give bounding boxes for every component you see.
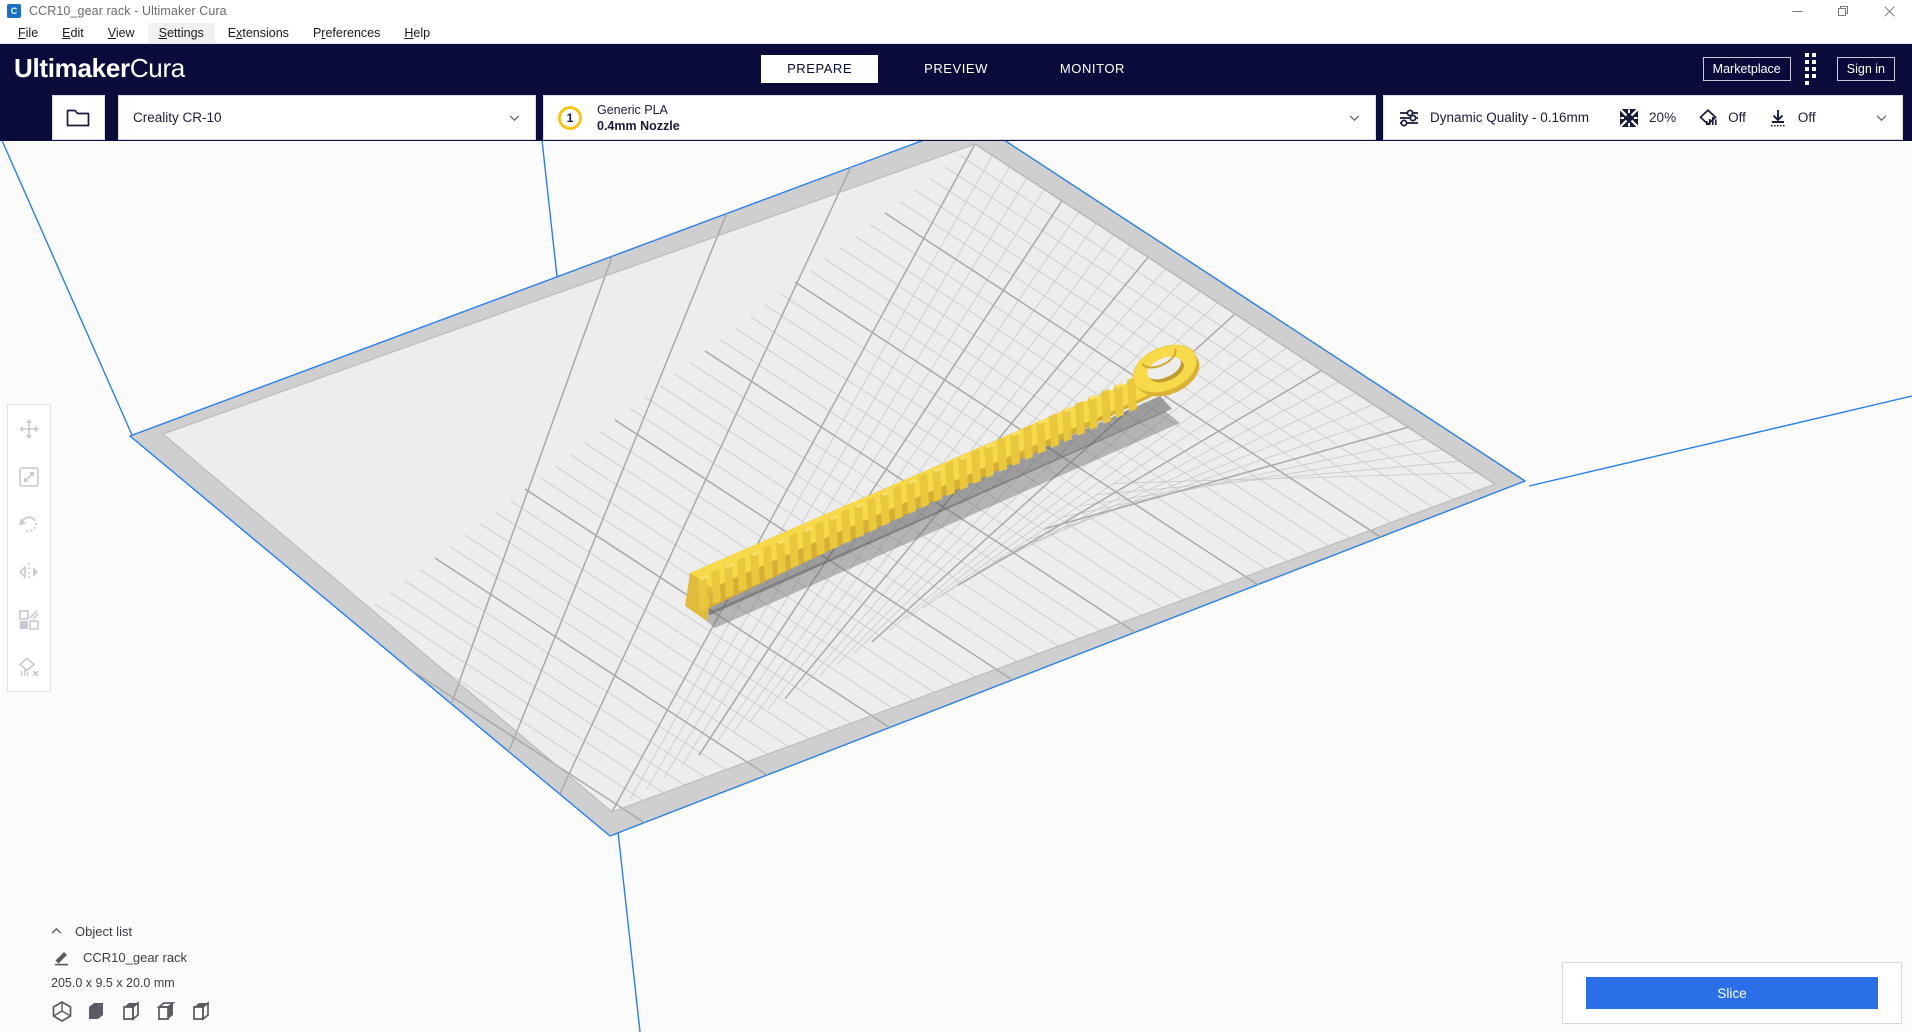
view-top-icon[interactable] (121, 1000, 143, 1022)
quality-profile[interactable]: Dynamic Quality - 0.16mm (1398, 108, 1589, 128)
per-model-settings-icon (18, 609, 40, 631)
left-toolbar (7, 404, 51, 692)
menu-extensions[interactable]: Extensions (217, 23, 300, 43)
grid-apps-icon[interactable] (1804, 52, 1824, 87)
per-model-settings-tool[interactable] (8, 596, 50, 644)
marketplace-button[interactable]: Marketplace (1703, 57, 1791, 81)
logo-ultimaker: Ultimaker (14, 53, 130, 83)
support-setting[interactable]: Off (1698, 108, 1746, 128)
view-orientation-buttons (51, 1000, 380, 1022)
chevron-down-icon (1348, 111, 1361, 124)
model-edit-icon (53, 948, 71, 966)
action-panel: Slice (1562, 962, 1902, 1024)
view-front-icon[interactable] (86, 1000, 108, 1022)
cura-application-window: C CCR10_gear rack - Ultimaker Cura File (0, 0, 1912, 1032)
configuration-bar: Creality CR-10 1 Generic PLA 0.4mm Nozzl… (0, 94, 1912, 141)
object-list-item[interactable]: CCR10_gear rack (50, 944, 380, 970)
window-controls (1774, 0, 1912, 22)
stage-tabs: PREPARE PREVIEW MONITOR (0, 44, 1912, 94)
chevron-down-icon (508, 111, 521, 124)
menu-help[interactable]: Help (393, 23, 441, 43)
quality-profile-label: Dynamic Quality - 0.16mm (1430, 110, 1589, 125)
infill-icon (1619, 108, 1639, 128)
object-list-header[interactable]: Object list (50, 920, 380, 942)
application-header: UltimakerCura PREPARE PREVIEW MONITOR Ma… (0, 44, 1912, 94)
cura-icon: C (7, 4, 21, 18)
minimize-button[interactable] (1774, 0, 1820, 22)
object-name: CCR10_gear rack (83, 950, 187, 965)
window-title: CCR10_gear rack - Ultimaker Cura (29, 4, 227, 18)
sign-in-button[interactable]: Sign in (1837, 57, 1895, 81)
view-left-icon[interactable] (156, 1000, 178, 1022)
object-list-label: Object list (75, 924, 132, 939)
infill-value: 20% (1649, 110, 1676, 125)
menu-preferences[interactable]: Preferences (302, 23, 391, 43)
slice-button[interactable]: Slice (1586, 977, 1878, 1009)
adhesion-setting[interactable]: Off (1768, 108, 1816, 128)
close-button[interactable] (1866, 0, 1912, 22)
object-dimensions: 205.0 x 9.5 x 20.0 mm (51, 976, 380, 990)
nozzle-size: 0.4mm Nozzle (597, 118, 680, 134)
tab-monitor[interactable]: MONITOR (1034, 55, 1151, 83)
view-3d-icon[interactable] (51, 1000, 73, 1022)
cura-logo: UltimakerCura (14, 53, 185, 84)
menu-view[interactable]: View (97, 23, 146, 43)
print-settings-selector[interactable]: Dynamic Quality - 0.16mm 20% (1383, 95, 1903, 140)
menu-bar: File Edit View Settings Extensions Prefe… (0, 22, 1912, 44)
adhesion-icon (1768, 108, 1788, 128)
open-file-button[interactable] (52, 95, 105, 140)
header-right-actions: Marketplace Sign in (1696, 44, 1902, 94)
build-plate-scene (0, 141, 1912, 1032)
rotate-icon (18, 513, 40, 535)
infill-setting[interactable]: 20% (1619, 108, 1676, 128)
sliders-icon (1398, 108, 1420, 128)
material-name: Generic PLA (597, 102, 680, 118)
scale-tool[interactable] (8, 453, 50, 501)
title-bar: C CCR10_gear rack - Ultimaker Cura (0, 0, 1912, 22)
menu-file[interactable]: File (7, 23, 49, 43)
chevron-up-icon[interactable] (50, 925, 63, 938)
printer-name: Creality CR-10 (133, 110, 222, 125)
rotate-tool[interactable] (8, 500, 50, 548)
maximize-button[interactable] (1820, 0, 1866, 22)
support-value: Off (1728, 110, 1746, 125)
view-right-icon[interactable] (191, 1000, 213, 1022)
material-selector[interactable]: 1 Generic PLA 0.4mm Nozzle (543, 95, 1376, 140)
mirror-icon (18, 561, 40, 583)
folder-icon (66, 107, 91, 128)
menu-settings[interactable]: Settings (148, 23, 215, 43)
support-blocker-icon (18, 656, 40, 678)
chevron-down-icon[interactable] (1875, 111, 1888, 124)
tab-preview[interactable]: PREVIEW (898, 55, 1014, 83)
menu-edit[interactable]: Edit (51, 23, 95, 43)
object-list-panel: Object list CCR10_gear rack 205.0 x 9.5 … (50, 920, 380, 1022)
printer-selector[interactable]: Creality CR-10 (118, 95, 536, 140)
3d-viewport[interactable] (0, 141, 1912, 1032)
logo-cura: Cura (130, 53, 185, 83)
support-icon (1698, 108, 1718, 128)
mirror-tool[interactable] (8, 548, 50, 596)
move-icon (18, 418, 40, 440)
move-tool[interactable] (8, 405, 50, 453)
scale-icon (18, 466, 40, 488)
extruder-number-badge: 1 (558, 106, 582, 130)
adhesion-value: Off (1798, 110, 1816, 125)
support-blocker-tool[interactable] (8, 643, 50, 691)
tab-prepare[interactable]: PREPARE (761, 55, 878, 83)
